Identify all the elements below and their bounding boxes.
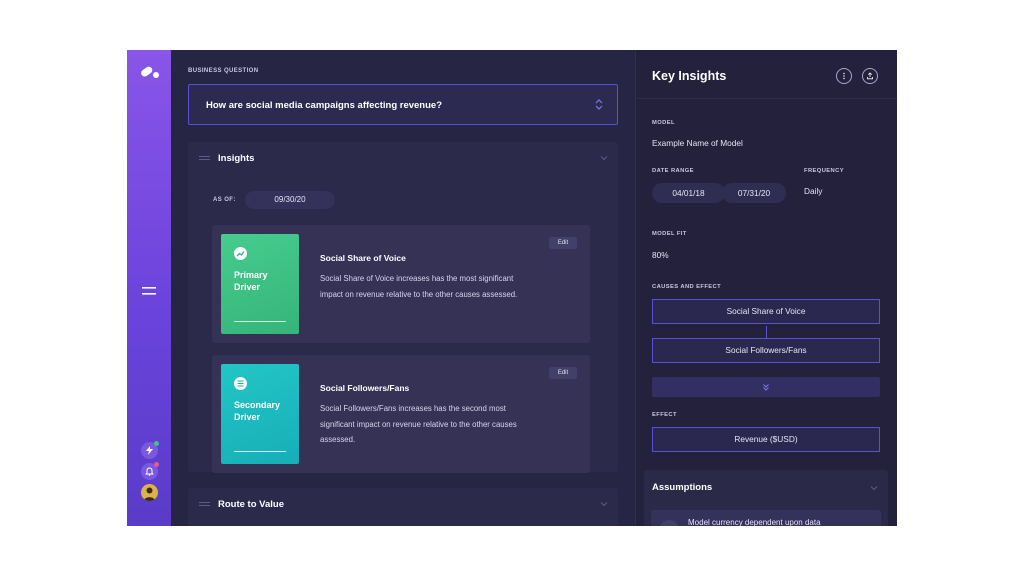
assumption-item: Model currency dependent upon data xyxy=(651,510,881,526)
business-question-label: BUSINESS QUESTION xyxy=(188,68,259,74)
notifications-button[interactable] xyxy=(141,462,159,480)
causes-effect-label: CAUSES AND EFFECT xyxy=(652,284,722,290)
route-to-value-title: Route to Value xyxy=(218,499,284,510)
frequency-label: FREQUENCY xyxy=(804,168,844,174)
notification-dot xyxy=(154,462,159,467)
export-button[interactable] xyxy=(862,68,878,84)
upload-icon xyxy=(867,72,873,80)
as-of-label: AS OF: xyxy=(213,197,236,203)
key-insights-panel: Key Insights MODEL Example Name of Model… xyxy=(635,50,897,526)
panel-divider xyxy=(635,50,636,526)
edit-button[interactable]: Edit xyxy=(549,367,577,379)
model-label: MODEL xyxy=(652,120,675,126)
edit-button[interactable]: Edit xyxy=(549,237,577,249)
chevron-down-icon xyxy=(600,156,608,161)
logo-icon xyxy=(141,66,159,78)
avatar[interactable] xyxy=(141,484,158,501)
more-options-button[interactable] xyxy=(836,68,852,84)
drag-handle-icon xyxy=(199,156,210,160)
secondary-driver-tile: Secondary Driver xyxy=(221,364,299,464)
assumption-text: Model currency dependent upon data xyxy=(688,518,821,526)
nav-rail xyxy=(127,50,171,526)
assumptions-section: Assumptions Model currency dependent upo… xyxy=(644,470,888,526)
list-icon xyxy=(234,377,247,390)
model-fit-label: MODEL FIT xyxy=(652,231,687,237)
more-vertical-icon xyxy=(843,72,845,80)
insight-title: Social Followers/Fans xyxy=(320,383,410,393)
header-divider xyxy=(635,98,897,99)
model-fit-value: 80% xyxy=(652,250,669,260)
menu-icon[interactable] xyxy=(141,285,157,297)
driver-underline xyxy=(234,321,286,322)
business-question-select[interactable]: How are social media campaigns affecting… xyxy=(188,84,618,125)
secondary-driver-label: Secondary Driver xyxy=(234,400,281,422)
insights-title: Insights xyxy=(218,153,255,164)
primary-driver-label: Primary Driver xyxy=(234,270,268,292)
insights-header[interactable]: Insights xyxy=(188,142,618,176)
frequency-value: Daily xyxy=(804,186,823,196)
chevron-down-icon xyxy=(600,502,608,507)
activity-button[interactable] xyxy=(141,441,159,459)
route-to-value-section: Route to Value xyxy=(188,488,618,526)
date-start-picker[interactable]: 04/01/18 xyxy=(652,183,725,203)
insight-card-secondary: Secondary Driver Social Followers/Fans S… xyxy=(212,355,590,473)
insight-title: Social Share of Voice xyxy=(320,253,406,263)
user-avatar-icon xyxy=(144,487,155,501)
primary-driver-tile: Primary Driver xyxy=(221,234,299,334)
cause-connector xyxy=(766,326,767,338)
date-range-label: DATE RANGE xyxy=(652,168,694,174)
insight-description: Social Followers/Fans increases has the … xyxy=(320,404,517,444)
insights-section: Insights AS OF: 09/30/20 Primary Driver xyxy=(188,142,618,473)
insight-description: Social Share of Voice increases has the … xyxy=(320,274,518,299)
key-insights-title: Key Insights xyxy=(652,69,727,83)
date-end-picker[interactable]: 07/31/20 xyxy=(722,183,786,203)
cause-box[interactable]: Social Share of Voice xyxy=(652,299,880,324)
assumptions-title: Assumptions xyxy=(652,482,713,493)
model-value: Example Name of Model xyxy=(652,138,743,148)
chevron-down-icon[interactable] xyxy=(870,485,878,491)
expand-causes-button[interactable] xyxy=(652,377,880,397)
bolt-icon xyxy=(146,446,153,455)
assumption-icon xyxy=(659,520,679,526)
chevrons-down-icon xyxy=(763,383,769,391)
main-content: BUSINESS QUESTION How are social media c… xyxy=(171,50,635,526)
driver-underline xyxy=(234,451,286,452)
route-to-value-header[interactable]: Route to Value xyxy=(188,488,618,522)
cause-box[interactable]: Social Followers/Fans xyxy=(652,338,880,363)
app-window: BUSINESS QUESTION How are social media c… xyxy=(127,50,897,526)
bell-icon xyxy=(145,467,154,476)
chevron-up-down-icon xyxy=(595,99,603,110)
status-dot xyxy=(154,441,159,446)
trend-up-icon xyxy=(234,247,247,260)
as-of-date-picker[interactable]: 09/30/20 xyxy=(245,191,335,209)
insight-card-primary: Primary Driver Social Share of Voice Soc… xyxy=(212,225,590,343)
effect-box[interactable]: Revenue ($USD) xyxy=(652,427,880,452)
business-question-text: How are social media campaigns affecting… xyxy=(206,100,442,111)
drag-handle-icon xyxy=(199,502,210,506)
effect-label: EFFECT xyxy=(652,412,677,418)
